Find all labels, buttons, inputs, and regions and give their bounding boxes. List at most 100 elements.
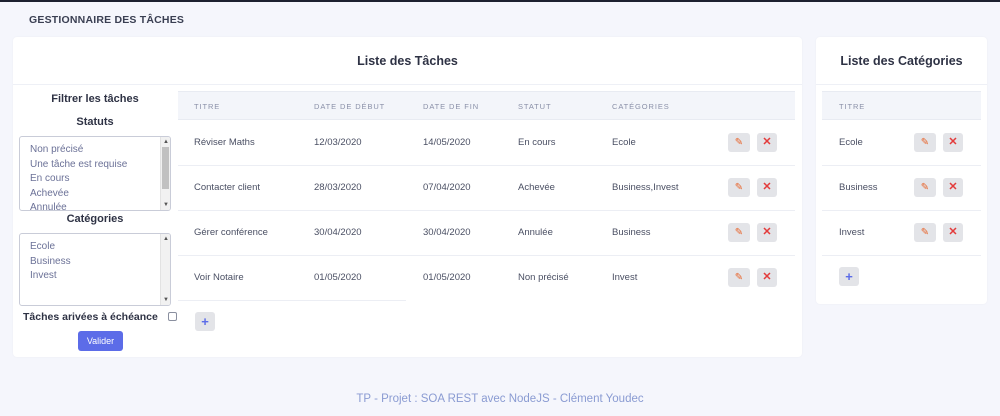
- cell-categories: Invest: [612, 272, 638, 283]
- categories-card: Liste des Catégories TITRE Ecole ✎ ✕ Busine…: [816, 37, 987, 304]
- statuts-select[interactable]: Non précisé Une tâche est requise En cours…: [19, 136, 171, 211]
- statut-option[interactable]: Une tâche est requise: [20, 158, 162, 173]
- edit-icon: ✎: [920, 227, 930, 238]
- delete-task-button[interactable]: ✕: [757, 268, 777, 287]
- echeance-checkbox[interactable]: [168, 312, 177, 321]
- category-option[interactable]: Ecole: [20, 240, 162, 255]
- delete-category-button[interactable]: ✕: [943, 178, 963, 197]
- edit-task-button[interactable]: ✎: [728, 223, 750, 242]
- cell-categories: Business,Invest: [612, 182, 679, 193]
- delete-icon: ✕: [762, 136, 772, 148]
- categories-table-header: TITRE: [822, 91, 981, 120]
- edit-icon: ✎: [920, 137, 930, 148]
- cell-statut: En cours: [518, 137, 556, 148]
- edit-icon: ✎: [734, 137, 744, 148]
- delete-category-button[interactable]: ✕: [943, 223, 963, 242]
- edit-category-button[interactable]: ✎: [914, 223, 936, 242]
- delete-icon: ✕: [762, 181, 772, 193]
- delete-task-button[interactable]: ✕: [757, 178, 777, 197]
- delete-icon: ✕: [762, 226, 772, 238]
- add-category-button[interactable]: +: [839, 267, 859, 286]
- edit-icon: ✎: [734, 182, 744, 193]
- filter-title: Filtrer les tâches: [51, 93, 139, 105]
- table-row: Ecole ✎ ✕: [822, 121, 981, 166]
- col-cat-titre: TITRE: [839, 102, 866, 111]
- echeance-label: Tâches arivées à échéance: [23, 311, 158, 323]
- category-option[interactable]: Business: [20, 255, 162, 270]
- table-row: Gérer conférence 30/04/2020 30/04/2020 Annu…: [178, 211, 795, 256]
- edit-task-button[interactable]: ✎: [728, 268, 750, 287]
- scroll-down-icon[interactable]: ▼: [161, 296, 170, 304]
- cell-categories: Business: [612, 227, 651, 238]
- tasks-card-title: Liste des Tâches: [13, 37, 802, 85]
- delete-task-button[interactable]: ✕: [757, 133, 777, 152]
- table-row: Contacter client 28/03/2020 07/04/2020 Ache…: [178, 166, 795, 211]
- cell-statut: Non précisé: [518, 272, 569, 283]
- delete-category-button[interactable]: ✕: [943, 133, 963, 152]
- edit-category-button[interactable]: ✎: [914, 178, 936, 197]
- plus-icon: +: [201, 314, 209, 329]
- tasks-table-header: TITRE DATE DE DÉBUT DATE DE FIN STATUT C…: [178, 91, 795, 120]
- cell-date-debut: 28/03/2020: [314, 182, 362, 193]
- footer-text: TP - Projet : SOA REST avec NodeJS - Clé…: [356, 393, 644, 405]
- edit-icon: ✎: [920, 182, 930, 193]
- col-categories: CATÉGORIES: [612, 102, 670, 111]
- echeance-filter: Tâches arivées à échéance: [23, 311, 183, 323]
- table-row: Voir Notaire 01/05/2020 01/05/2020 Non préc…: [178, 256, 777, 301]
- categories-scrollbar[interactable]: ▲ ▼: [160, 234, 170, 305]
- edit-task-button[interactable]: ✎: [728, 178, 750, 197]
- app-title: GESTIONNAIRE DES TÂCHES: [29, 14, 185, 26]
- col-titre: TITRE: [194, 102, 221, 111]
- tasks-card: Liste des Tâches Filtrer les tâches Stat…: [13, 37, 802, 357]
- cell-titre: Réviser Maths: [194, 137, 255, 148]
- statuts-label: Statuts: [76, 116, 114, 128]
- statut-option[interactable]: Non précisé: [20, 143, 162, 158]
- edit-icon: ✎: [734, 227, 744, 238]
- delete-icon: ✕: [948, 181, 958, 193]
- top-bar: [0, 0, 1000, 2]
- categories-filter-label: Catégories: [66, 213, 124, 225]
- col-date-fin: DATE DE FIN: [423, 102, 480, 111]
- cell-categories: Ecole: [612, 137, 636, 148]
- cell-date-fin: 01/05/2020: [423, 272, 471, 283]
- categories-card-title: Liste des Catégories: [816, 37, 987, 85]
- delete-icon: ✕: [948, 226, 958, 238]
- col-statut: STATUT: [518, 102, 552, 111]
- categories-select[interactable]: Ecole Business Invest ▲ ▼: [19, 233, 171, 306]
- statut-option[interactable]: Annulée: [20, 201, 162, 210]
- col-date-debut: DATE DE DÉBUT: [314, 102, 386, 111]
- delete-icon: ✕: [762, 271, 772, 283]
- cell-date-fin: 14/05/2020: [423, 137, 471, 148]
- cell-date-debut: 12/03/2020: [314, 137, 362, 148]
- cell-date-debut: 01/05/2020: [314, 272, 362, 283]
- statut-option[interactable]: En cours: [20, 172, 162, 187]
- scroll-thumb[interactable]: [162, 147, 169, 189]
- statuts-scrollbar[interactable]: ▲ ▼: [160, 137, 170, 210]
- add-task-button[interactable]: +: [195, 312, 215, 331]
- table-row: Invest ✎ ✕: [822, 211, 981, 256]
- delete-icon: ✕: [948, 136, 958, 148]
- cell-titre: Voir Notaire: [194, 272, 244, 283]
- statuts-options: Non précisé Une tâche est requise En cours…: [20, 143, 162, 210]
- cell-category-title: Ecole: [839, 137, 863, 148]
- valider-button[interactable]: Valider: [78, 331, 123, 351]
- statut-option[interactable]: Achevée: [20, 187, 162, 202]
- edit-task-button[interactable]: ✎: [728, 133, 750, 152]
- scroll-down-icon[interactable]: ▼: [161, 201, 170, 209]
- cell-statut: Annulée: [518, 227, 553, 238]
- plus-icon: +: [845, 269, 853, 284]
- cell-date-debut: 30/04/2020: [314, 227, 362, 238]
- category-option[interactable]: Invest: [20, 269, 162, 284]
- categories-options: Ecole Business Invest: [20, 240, 162, 284]
- scroll-up-icon[interactable]: ▲: [161, 235, 170, 243]
- edit-icon: ✎: [734, 272, 744, 283]
- edit-category-button[interactable]: ✎: [914, 133, 936, 152]
- cell-statut: Achevée: [518, 182, 555, 193]
- table-row: Réviser Maths 12/03/2020 14/05/2020 En cour…: [178, 121, 795, 166]
- cell-titre: Contacter client: [194, 182, 261, 193]
- scroll-up-icon[interactable]: ▲: [161, 138, 170, 146]
- cell-date-fin: 07/04/2020: [423, 182, 471, 193]
- cell-category-title: Business: [839, 182, 878, 193]
- delete-task-button[interactable]: ✕: [757, 223, 777, 242]
- cell-titre: Gérer conférence: [194, 227, 268, 238]
